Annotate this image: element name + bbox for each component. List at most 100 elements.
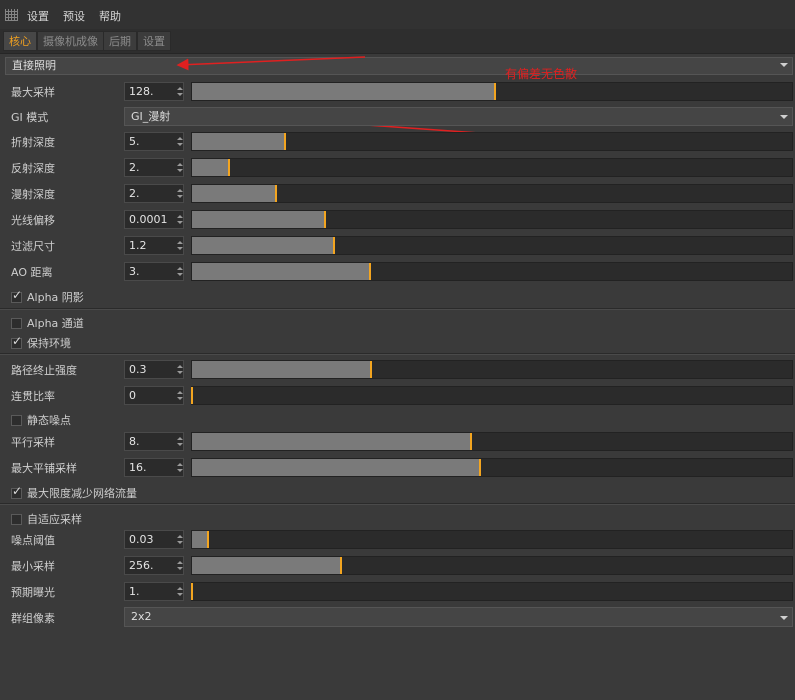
max-samples-value: 128.	[129, 85, 154, 98]
slider-handle[interactable]	[494, 83, 496, 100]
row-keep-environment: 保持环境	[0, 331, 795, 355]
tab-core[interactable]: 核心	[3, 31, 37, 51]
tab-camera-imager[interactable]: 摄像机成像	[37, 31, 104, 51]
filter-size-label: 过滤尺寸	[11, 240, 55, 253]
menu-settings[interactable]: 设置	[27, 8, 49, 24]
slider-fill	[192, 237, 335, 254]
refraction-depth-value: 5.	[129, 135, 140, 148]
noise-threshold-slider[interactable]	[191, 530, 793, 549]
checkbox-box[interactable]	[11, 317, 22, 329]
slider-handle[interactable]	[370, 361, 373, 378]
keep-environment-label: 保持环境	[27, 337, 71, 350]
slider-handle[interactable]	[470, 433, 472, 450]
slider-fill	[192, 361, 372, 378]
path-termination-label: 路径终止强度	[11, 364, 77, 377]
max-tile-samples-label: 最大平铺采样	[11, 462, 77, 475]
slider-handle[interactable]	[191, 387, 193, 404]
static-noise-label: 静态噪点	[27, 414, 71, 427]
gi-mode-value: GI_漫射	[131, 110, 171, 123]
slider-handle[interactable]	[369, 263, 372, 280]
max-samples-input[interactable]: 128.	[124, 82, 184, 101]
tab-settings[interactable]: 设置	[137, 31, 171, 51]
menu-presets[interactable]: 预设	[63, 8, 85, 24]
max-tile-samples-input[interactable]: 16.	[124, 458, 184, 477]
group-pixels-dropdown[interactable]: 2x2	[124, 607, 793, 627]
alpha-shadow-label: Alpha 阴影	[27, 291, 84, 304]
menu-help[interactable]: 帮助	[99, 8, 121, 24]
slider-handle[interactable]	[324, 211, 327, 228]
checkbox-box[interactable]	[11, 484, 22, 499]
row-max-samples: 最大采样 128.	[0, 79, 795, 103]
alpha-shadow-checkbox[interactable]: Alpha 阴影	[11, 288, 84, 305]
noise-threshold-input[interactable]: 0.03	[124, 530, 184, 549]
ray-offset-input[interactable]: 0.0001	[124, 210, 184, 229]
slider-fill	[192, 433, 471, 450]
tab-post[interactable]: 后期	[103, 31, 137, 51]
min-samples-slider[interactable]	[191, 556, 793, 575]
coherent-ratio-slider[interactable]	[191, 386, 793, 405]
path-termination-slider[interactable]	[191, 360, 793, 379]
checkbox-box[interactable]	[11, 334, 22, 349]
slider-fill	[192, 531, 209, 548]
coherent-ratio-input[interactable]: 0	[124, 386, 184, 405]
diffuse-depth-value: 2.	[129, 187, 140, 200]
slider-handle[interactable]	[275, 185, 277, 202]
expected-exposure-slider[interactable]	[191, 582, 793, 601]
group-pixels-label: 群组像素	[11, 612, 55, 625]
ray-offset-label: 光线偏移	[11, 214, 55, 227]
max-tile-samples-slider[interactable]	[191, 458, 793, 477]
slider-handle[interactable]	[228, 159, 231, 176]
parallel-samples-slider[interactable]	[191, 432, 793, 451]
filter-size-input[interactable]: 1.2	[124, 236, 184, 255]
ao-distance-slider[interactable]	[191, 262, 793, 281]
slider-handle[interactable]	[479, 459, 481, 476]
max-samples-slider[interactable]	[191, 82, 793, 101]
slider-fill	[192, 557, 341, 574]
checkbox-box[interactable]	[11, 414, 22, 426]
row-alpha-shadow: Alpha 阴影	[0, 285, 795, 309]
gi-mode-dropdown[interactable]: GI_漫射	[124, 107, 793, 126]
expected-exposure-input[interactable]: 1.	[124, 582, 184, 601]
reflection-depth-slider[interactable]	[191, 158, 793, 177]
grip-icon[interactable]	[5, 9, 18, 21]
adaptive-sampling-checkbox[interactable]: 自适应采样	[11, 511, 82, 527]
parallel-samples-value: 8.	[129, 435, 140, 448]
checkbox-box[interactable]	[11, 288, 22, 303]
diffuse-depth-slider[interactable]	[191, 184, 793, 203]
checkbox-box[interactable]	[11, 513, 22, 525]
path-termination-input[interactable]: 0.3	[124, 360, 184, 379]
noise-threshold-value: 0.03	[129, 533, 154, 546]
ray-offset-slider[interactable]	[191, 210, 793, 229]
lighting-mode-value: 直接照明	[12, 59, 56, 72]
alpha-channel-label: Alpha 通道	[27, 317, 84, 330]
chevron-down-icon	[780, 115, 788, 119]
noise-threshold-label: 噪点阈值	[11, 534, 55, 547]
slider-handle[interactable]	[207, 531, 210, 548]
expected-exposure-label: 预期曝光	[11, 586, 55, 599]
slider-handle[interactable]	[284, 133, 286, 150]
min-samples-label: 最小采样	[11, 560, 55, 573]
refraction-depth-slider[interactable]	[191, 132, 793, 151]
slider-handle[interactable]	[191, 583, 193, 600]
slider-fill	[192, 133, 285, 150]
refraction-depth-input[interactable]: 5.	[124, 132, 184, 151]
slider-handle[interactable]	[333, 237, 336, 254]
divider	[0, 503, 795, 505]
ao-distance-input[interactable]: 3.	[124, 262, 184, 281]
max-tile-samples-value: 16.	[129, 461, 147, 474]
slider-handle[interactable]	[339, 557, 342, 574]
filter-size-slider[interactable]	[191, 236, 793, 255]
adaptive-sampling-label: 自适应采样	[27, 513, 82, 526]
minimize-network-checkbox[interactable]: 最大限度减少网络流量	[11, 484, 137, 501]
parallel-samples-input[interactable]: 8.	[124, 432, 184, 451]
min-samples-input[interactable]: 256.	[124, 556, 184, 575]
lighting-mode-dropdown[interactable]: 直接照明	[5, 57, 793, 75]
keep-environment-checkbox[interactable]: 保持环境	[11, 334, 71, 351]
slider-fill	[192, 263, 371, 280]
diffuse-depth-input[interactable]: 2.	[124, 184, 184, 203]
alpha-channel-checkbox[interactable]: Alpha 通道	[11, 315, 84, 331]
static-noise-checkbox[interactable]: 静态噪点	[11, 412, 71, 428]
row-max-tile-samples: 最大平铺采样 16.	[0, 455, 795, 479]
reflection-depth-input[interactable]: 2.	[124, 158, 184, 177]
row-coherent-ratio: 连贯比率 0	[0, 383, 795, 407]
